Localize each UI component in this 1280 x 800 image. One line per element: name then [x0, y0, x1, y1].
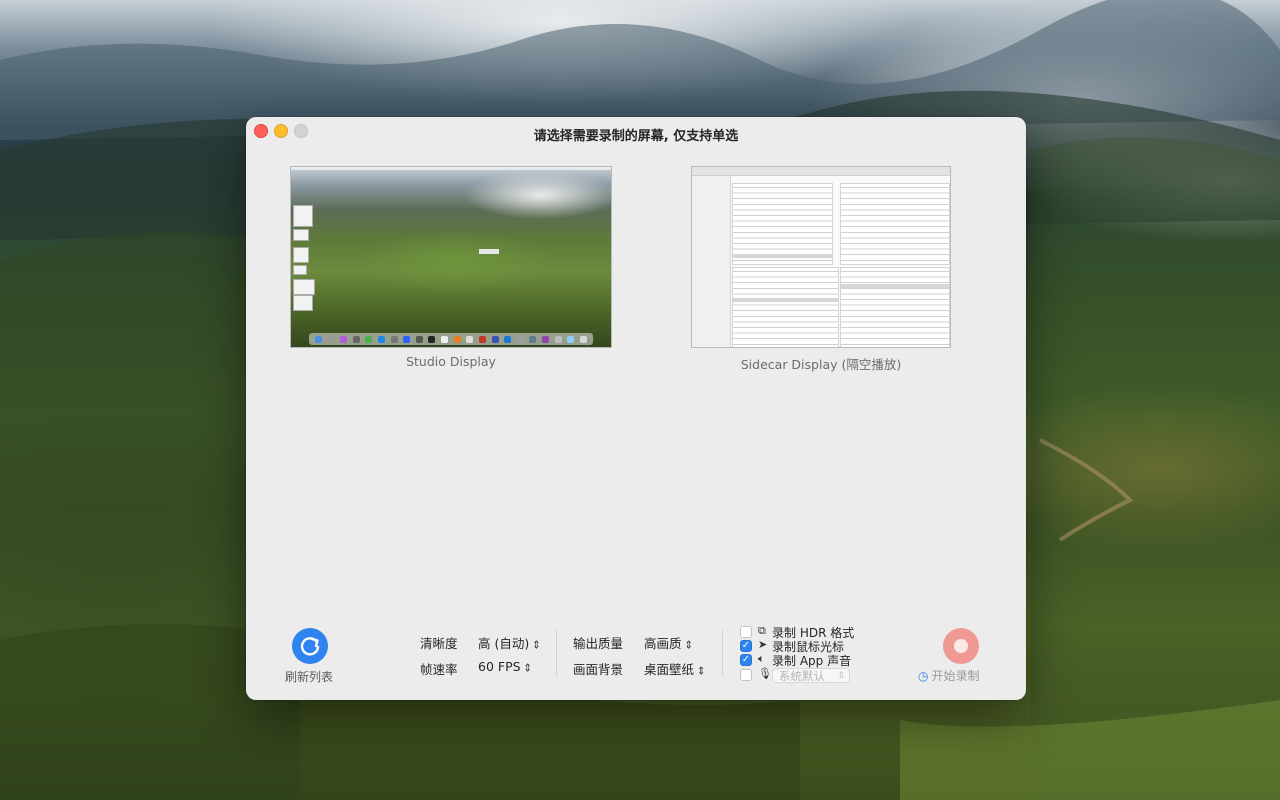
record-label-text: 开始录制	[931, 669, 980, 683]
hdr-checkbox[interactable]	[740, 626, 752, 638]
updown-chevron-icon: ⇕	[532, 639, 541, 652]
resolution-value: 高 (自动)	[478, 636, 530, 651]
microphone-checkbox[interactable]	[740, 669, 752, 681]
display-option-sidecar[interactable]: Sidecar Display (隔空播放)	[691, 166, 951, 376]
microphone-select[interactable]: 系统默认 ⇕	[772, 668, 850, 683]
quality-select[interactable]: 高画质 ⇕	[644, 633, 693, 652]
record-dot-icon	[954, 639, 968, 653]
microphone-value: 系统默认	[779, 669, 825, 683]
updown-chevron-icon: ⇕	[523, 662, 532, 675]
start-record-label[interactable]: ◷ 开始录制	[918, 667, 980, 684]
quality-label: 输出质量	[573, 636, 624, 651]
updown-chevron-icon: ⇕	[837, 671, 845, 681]
quality-value: 高画质	[644, 636, 682, 651]
timer-icon: ◷	[918, 669, 929, 683]
titlebar: 请选择需要录制的屏幕, 仅支持单选	[246, 117, 1026, 147]
resolution-label: 清晰度	[420, 636, 458, 651]
divider	[722, 630, 723, 676]
hdr-icon: ⧉	[758, 624, 766, 637]
dock-preview	[309, 333, 593, 345]
display-option-studio[interactable]: Studio Display	[290, 166, 612, 376]
screen-picker-window: 请选择需要录制的屏幕, 仅支持单选 Studio Display Sidecar…	[246, 117, 1026, 700]
app-audio-checkbox[interactable]: ✓	[740, 654, 752, 666]
cursor-icon: ➤	[758, 638, 768, 651]
updown-chevron-icon: ⇕	[697, 665, 706, 678]
background-select[interactable]: 桌面壁纸 ⇕	[644, 659, 705, 678]
framerate-label: 帧速率	[420, 662, 458, 677]
speaker-icon: 🔈︎	[758, 652, 765, 665]
framerate-select[interactable]: 60 FPS ⇕	[478, 659, 532, 675]
display-thumbnail[interactable]	[290, 166, 612, 348]
updown-chevron-icon: ⇕	[684, 639, 693, 652]
refresh-list-button[interactable]: 刷新列表	[284, 628, 334, 688]
framerate-value: 60 FPS	[478, 659, 521, 674]
display-thumbnail[interactable]	[691, 166, 951, 348]
resolution-select[interactable]: 高 (自动) ⇕	[478, 633, 541, 652]
divider	[556, 630, 557, 676]
window-title: 请选择需要录制的屏幕, 仅支持单选	[533, 129, 739, 144]
display-name: Studio Display	[406, 354, 496, 369]
microphone-icon: 🎙︎	[758, 667, 772, 680]
app-audio-label: 录制 App 声音	[772, 654, 852, 668]
background-value: 桌面壁纸	[644, 662, 695, 677]
refresh-label: 刷新列表	[284, 670, 333, 684]
start-record-button[interactable]	[943, 628, 979, 664]
display-name: Sidecar Display (隔空播放)	[740, 357, 902, 372]
refresh-icon[interactable]	[292, 628, 328, 664]
cursor-checkbox[interactable]: ✓	[740, 640, 752, 652]
background-label: 画面背景	[573, 662, 624, 677]
